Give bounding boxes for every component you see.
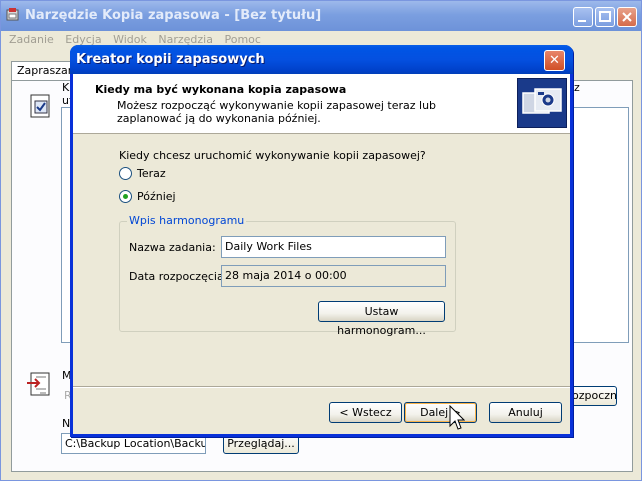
wizard-header: Kiedy ma być wykonana kopia zapasowa Moż…: [73, 74, 570, 134]
backup-utility-titlebar[interactable]: Narzędzie Kopia zapasowa - [Bez tytułu]: [1, 1, 641, 31]
wizard-step-title: Kiedy ma być wykonana kopia zapasowa: [95, 83, 347, 96]
backup-media-icon: [27, 372, 50, 396]
radio-now-option[interactable]: Teraz: [119, 167, 166, 180]
bg-fragment-n: N: [62, 417, 71, 430]
maximize-icon: [599, 11, 611, 22]
bg-fragment-k: K: [62, 81, 70, 94]
wizard-header-icon: [517, 78, 567, 128]
wizard-close-button[interactable]: ✕: [544, 50, 565, 71]
minimize-icon: [578, 20, 586, 22]
back-button[interactable]: < Wstecz: [329, 402, 402, 423]
backup-utility-title: Narzędzie Kopia zapasowa - [Bez tytułu]: [25, 8, 322, 23]
close-icon: [622, 12, 632, 22]
job-name-input[interactable]: Daily Work Files: [221, 236, 446, 258]
backup-wizard-dialog: Kreator kopii zapasowych ✕ Kiedy ma być …: [70, 45, 573, 437]
radio-later-option[interactable]: Później: [119, 190, 176, 203]
mouse-pointer-icon: [449, 405, 465, 430]
wizard-titlebar[interactable]: Kreator kopii zapasowych ✕: [70, 45, 573, 74]
wizard-title: Kreator kopii zapasowych: [76, 52, 265, 67]
schedule-question: Kiedy chcesz uruchomić wykonywanie kopii…: [119, 149, 426, 162]
radio-now-label[interactable]: Teraz: [137, 167, 166, 180]
set-schedule-button[interactable]: Ustaw harmonogram...: [318, 301, 445, 337]
radio-now[interactable]: [119, 167, 132, 180]
next-button[interactable]: Dalej >: [404, 402, 477, 423]
radio-later-label[interactable]: Później: [137, 190, 176, 203]
camera-cards-icon: [522, 88, 562, 114]
close-icon: ✕: [549, 53, 560, 68]
cancel-button[interactable]: Anuluj: [489, 402, 562, 423]
wizard-step-subtitle: Możesz rozpocząć wykonywanie kopii zapas…: [117, 99, 437, 125]
start-backup-button[interactable]: ozpocznij: [567, 386, 617, 406]
wizard-divider: [73, 386, 570, 388]
minimize-button[interactable]: [573, 7, 593, 27]
start-date-label: Data rozpoczęcia:: [129, 270, 228, 283]
backup-app-icon: [6, 8, 19, 21]
menu-zadanie[interactable]: Zadanie: [9, 31, 54, 49]
job-name-label: Nazwa zadania:: [129, 241, 216, 254]
maximize-button[interactable]: [595, 7, 615, 27]
schedule-entry-legend: Wpis harmonogramu: [127, 214, 247, 227]
bg-fragment-z: z: [574, 81, 580, 94]
backup-job-icon: [30, 94, 50, 118]
bg-close-button[interactable]: [617, 7, 637, 27]
start-date-field: 28 maja 2014 o 00:00: [221, 265, 446, 287]
radio-later[interactable]: [119, 190, 132, 203]
